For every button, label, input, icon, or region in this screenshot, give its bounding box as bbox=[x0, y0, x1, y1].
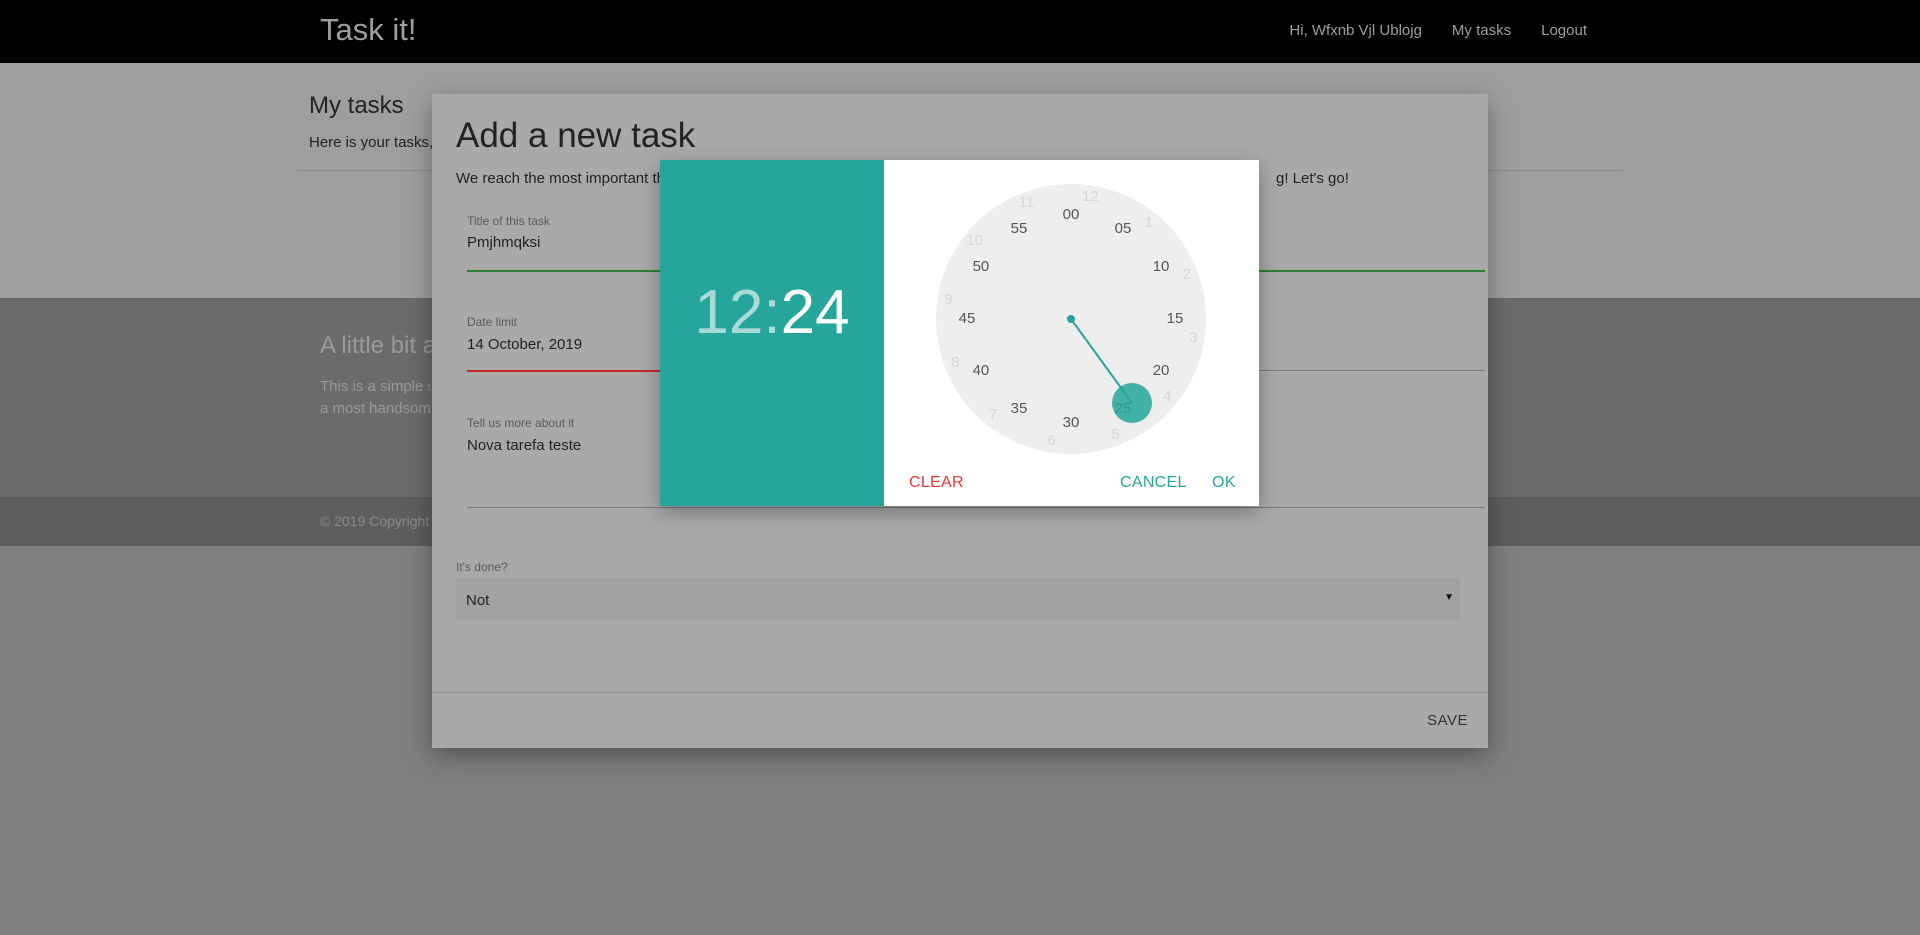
clock-ghost-numeral: 11 bbox=[1018, 194, 1035, 212]
footer-text: This is a simple s a most handsom bbox=[320, 376, 430, 420]
clock-minute-10[interactable]: 10 bbox=[1146, 257, 1176, 277]
clock-ghost-numeral: 4 bbox=[1163, 388, 1172, 406]
clock-minute-15[interactable]: 15 bbox=[1160, 309, 1190, 329]
navbar: Task it! Hi, Wfxnb Vjl Ublojg My tasks L… bbox=[0, 0, 1920, 63]
clock-center bbox=[1067, 315, 1075, 323]
page-subtitle: Here is your tasks, bbox=[309, 134, 434, 151]
clock-face[interactable]: 111098765432112 000510152025303540455055 bbox=[936, 184, 1206, 454]
clock-ghost-numeral: 2 bbox=[1182, 265, 1191, 283]
nav-logout-link[interactable]: Logout bbox=[1541, 22, 1587, 39]
clear-button[interactable]: CLEAR bbox=[909, 474, 964, 492]
clock-minute-35[interactable]: 35 bbox=[1004, 399, 1034, 419]
time-separator: : bbox=[763, 278, 781, 347]
nav-greeting[interactable]: Hi, Wfxnb Vjl Ublojg bbox=[1289, 22, 1422, 39]
done-field-label: It's done? bbox=[456, 560, 508, 574]
clock-minute-05[interactable]: 05 bbox=[1108, 219, 1138, 239]
nav-my-tasks-link[interactable]: My tasks bbox=[1452, 22, 1511, 39]
done-select-value: Not bbox=[466, 592, 490, 609]
about-textarea-underline bbox=[467, 507, 1485, 508]
modal-description-end: g! Let's go! bbox=[1276, 170, 1349, 187]
page-title: My tasks bbox=[309, 92, 404, 119]
clock-ghost-numeral: 1 bbox=[1144, 213, 1154, 231]
footer-text-line: This is a simple s bbox=[320, 378, 430, 395]
about-field-label: Tell us more about it bbox=[467, 416, 575, 430]
done-select[interactable]: Not ▼ bbox=[456, 578, 1460, 620]
footer-text-line: a most handsom bbox=[320, 400, 430, 417]
clock-ghost-numeral: 3 bbox=[1189, 329, 1198, 347]
date-field-label: Date limit bbox=[467, 315, 518, 329]
cancel-button[interactable]: CANCEL bbox=[1120, 474, 1187, 492]
clock-ghost-numeral: 12 bbox=[1082, 187, 1099, 205]
clock-minute-40[interactable]: 40 bbox=[966, 361, 996, 381]
clock-ghost-numeral: 10 bbox=[966, 231, 983, 249]
time-picker-header: 12:24 bbox=[660, 160, 884, 506]
brand-logo[interactable]: Task it! bbox=[320, 12, 416, 48]
clock-hand-knob[interactable] bbox=[1112, 383, 1153, 424]
time-display: 12:24 bbox=[660, 278, 884, 348]
nav-links: Hi, Wfxnb Vjl Ublojg My tasks Logout bbox=[1289, 22, 1587, 39]
modal-description-start: We reach the most important th bbox=[456, 170, 665, 187]
date-input-error-underline bbox=[467, 370, 667, 372]
time-picker-dialog: 12:24 111098765432112 000510152025303540… bbox=[660, 160, 1259, 506]
clock-minute-00[interactable]: 00 bbox=[1056, 205, 1086, 225]
modal-footer-divider bbox=[432, 692, 1488, 693]
clock-minute-20[interactable]: 20 bbox=[1146, 361, 1176, 381]
save-button[interactable]: SAVE bbox=[1427, 712, 1468, 729]
clock-ghost-numeral: 5 bbox=[1111, 425, 1120, 443]
footer-title: A little bit a bbox=[320, 332, 437, 359]
modal-title: Add a new task bbox=[456, 116, 696, 155]
hours-display[interactable]: 12 bbox=[694, 278, 763, 347]
ok-button[interactable]: OK bbox=[1212, 474, 1236, 492]
minutes-display[interactable]: 24 bbox=[781, 278, 850, 347]
clock-minute-50[interactable]: 50 bbox=[966, 257, 996, 277]
copyright: © 2019 Copyright bbox=[320, 513, 430, 529]
clock-ghost-numeral: 9 bbox=[944, 290, 953, 308]
clock-minute-30[interactable]: 30 bbox=[1056, 413, 1086, 433]
clock-minute-45[interactable]: 45 bbox=[952, 309, 982, 329]
clock-ghost-numeral: 6 bbox=[1047, 432, 1056, 450]
clock-minute-55[interactable]: 55 bbox=[1004, 219, 1034, 239]
title-field-label: Title of this task bbox=[467, 214, 550, 228]
chevron-down-icon: ▼ bbox=[1444, 592, 1454, 603]
